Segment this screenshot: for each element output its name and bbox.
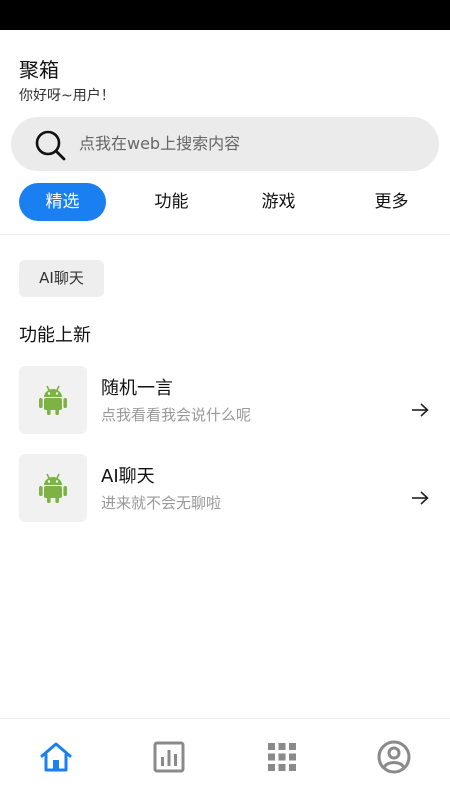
tab-functions[interactable]: 功能 [128,183,215,221]
tab-featured[interactable]: 精选 [19,183,106,221]
feature-title: 随机一言 [101,378,173,399]
feature-title: AI聊天 [101,466,155,487]
bottom-nav [0,718,450,800]
profile-icon[interactable] [376,739,412,775]
feature-item-ai-chat[interactable]: AI聊天 进来就不会无聊啦 [19,454,439,524]
search-icon [35,130,66,161]
category-tabs: 精选 功能 游戏 更多 [0,183,450,223]
chart-icon[interactable] [151,739,187,775]
android-icon [39,473,67,503]
greeting-text: 你好呀~用户！ [19,88,115,104]
ai-chat-chip[interactable]: AI聊天 [19,260,104,297]
feature-item-random-quote[interactable]: 随机一言 点我看看我会说什么呢 [19,366,439,436]
feature-description: 进来就不会无聊啦 [101,494,222,512]
tab-games[interactable]: 游戏 [235,183,322,221]
tabs-divider [0,234,450,235]
search-bar[interactable]: 点我在web上搜索内容 [11,117,439,171]
feature-thumbnail [19,454,87,522]
section-title: 功能上新 [19,325,91,346]
android-icon [39,385,67,415]
grid-icon[interactable] [264,739,300,775]
arrow-right-icon [412,491,429,505]
feature-description: 点我看看我会说什么呢 [101,406,252,424]
tab-more[interactable]: 更多 [348,183,435,221]
status-bar [0,0,450,30]
app-title: 聚箱 [19,58,59,82]
home-icon[interactable] [38,739,74,775]
search-placeholder: 点我在web上搜索内容 [79,134,241,153]
feature-thumbnail [19,366,87,434]
arrow-right-icon [412,403,429,417]
